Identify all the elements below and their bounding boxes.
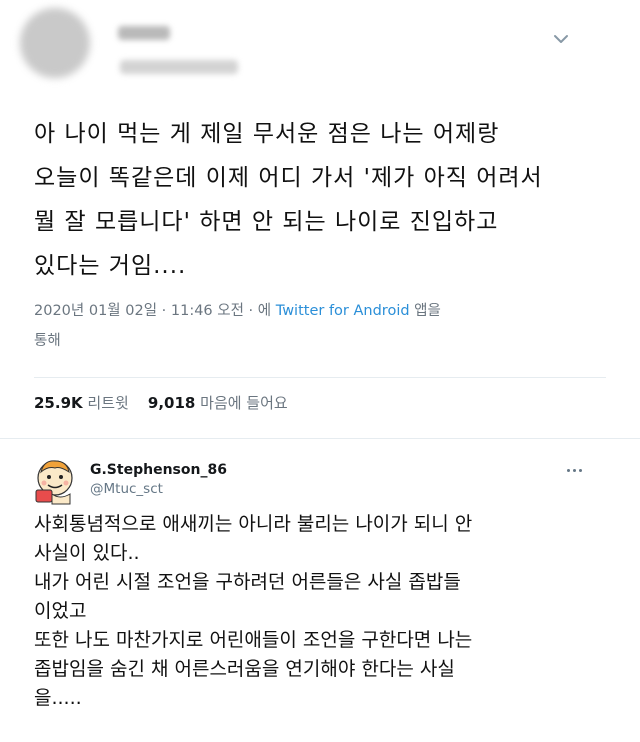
divider <box>34 377 606 378</box>
chevron-down-icon-svg <box>554 35 568 43</box>
tweet-text-line: 아 나이 먹는 게 제일 무서운 점은 나는 어제랑 <box>34 121 500 147</box>
source-suffix: 앱을 <box>409 303 441 319</box>
tweet-text-line: 뭘 잘 모릅니다' 하면 안 되는 나이로 진입하고 <box>34 209 499 235</box>
divider <box>0 438 640 439</box>
tweet-text-line: 또한 나도 마찬가지로 어린애들이 조언을 구한다면 나는 <box>34 629 473 651</box>
blurred-handle[interactable] <box>120 60 238 74</box>
cartoon-avatar-icon <box>35 460 73 505</box>
tweet-text-line: 이었고 <box>34 600 87 622</box>
display-name[interactable]: G.Stephenson_86 <box>90 462 227 478</box>
tweet-meta-line: 2020년 01월 02일 · 11:46 오전 · 에 Twitter for… <box>34 296 614 326</box>
tweet-stats: 25.9K 리트윗 9,018 마음에 들어요 <box>34 392 288 413</box>
tweet-meta: 2020년 01월 02일 · 11:46 오전 · 에 Twitter for… <box>34 296 614 356</box>
tweet-text: 아 나이 먹는 게 제일 무서운 점은 나는 어제랑 오늘이 똑같은데 이제 어… <box>34 112 614 288</box>
blurred-avatar[interactable] <box>20 8 90 78</box>
dot <box>566 468 570 472</box>
chevron-down-icon[interactable] <box>546 24 576 54</box>
tweet-text-line: 있다는 거임.... <box>34 253 187 279</box>
main-tweet: 아 나이 먹는 게 제일 무서운 점은 나는 어제랑 오늘이 똑같은데 이제 어… <box>0 0 640 440</box>
like-label[interactable]: 마음에 들어요 <box>200 394 288 412</box>
tweet-text: 사회통념적으로 애새끼는 아니라 불리는 나이가 되니 안 사실이 있다.. 내… <box>34 510 624 713</box>
user-handle[interactable]: @Mtuc_sct <box>90 481 163 497</box>
dot <box>578 468 582 472</box>
avatar[interactable] <box>30 456 80 506</box>
tweet-text-line: 사회통념적으로 애새끼는 아니라 불리는 나이가 되니 안 <box>34 513 473 535</box>
reply-tweet: G.Stephenson_86 @Mtuc_sct 사회통념적으로 애새끼는 아… <box>0 440 640 742</box>
more-dots-icon[interactable] <box>560 460 588 480</box>
tweet-text-line: 오늘이 똑같은데 이제 어디 가서 '제가 아직 어려서 <box>34 165 543 191</box>
source-link[interactable]: Twitter for Android <box>276 303 410 319</box>
retweet-label[interactable]: 리트윗 <box>87 394 128 412</box>
tweet-text-line: 내가 어린 시절 조언을 구하려던 어른들은 사실 좁밥들 <box>34 571 461 593</box>
blurred-display-name[interactable] <box>118 26 170 40</box>
like-count[interactable]: 9,018 <box>148 394 195 412</box>
tweet-text-line: 좁밥임을 숨긴 채 어른스러움을 연기해야 한다는 사실 <box>34 658 455 680</box>
tweet-meta-line-2: 통해 <box>34 333 61 349</box>
tweet-text-line: 사실이 있다.. <box>34 542 140 564</box>
retweet-count[interactable]: 25.9K <box>34 394 83 412</box>
tweet-text-line: 을..... <box>34 687 82 709</box>
dot <box>572 468 576 472</box>
timestamp[interactable]: 2020년 01월 02일 · 11:46 오전 · 에 <box>34 303 276 319</box>
